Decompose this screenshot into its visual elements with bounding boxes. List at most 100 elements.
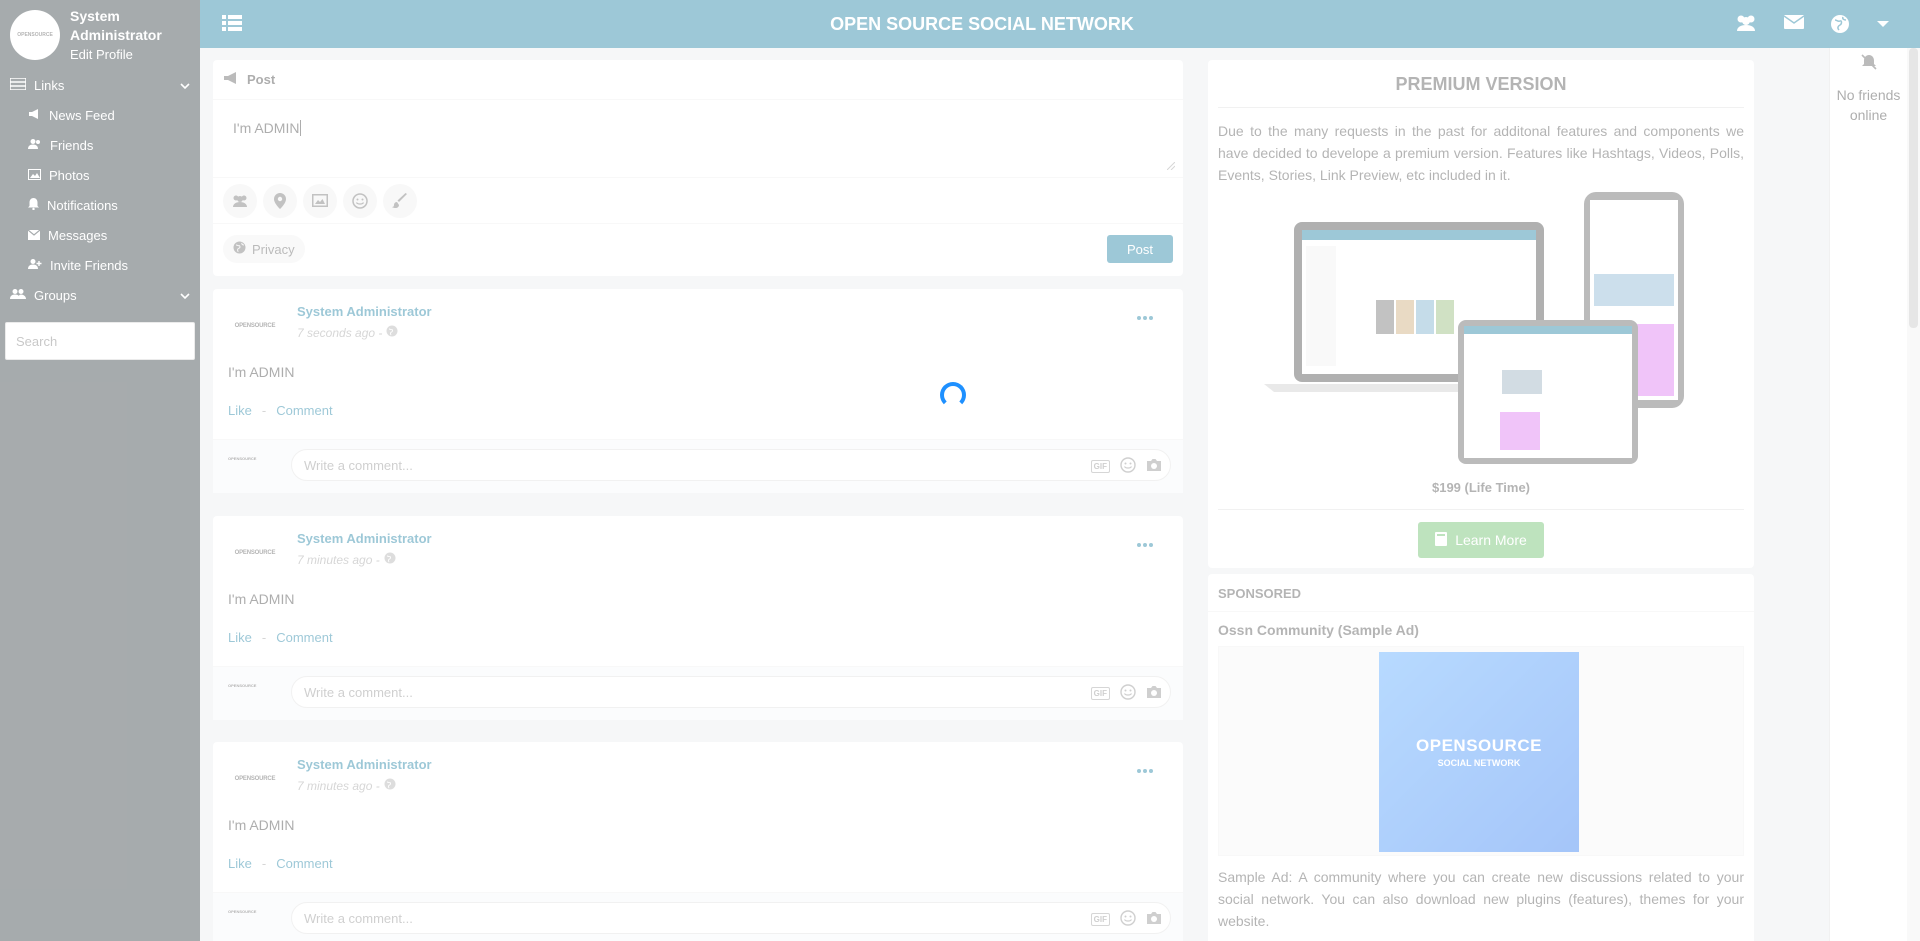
comment-input[interactable]: Write a comment... GIF bbox=[291, 676, 1171, 708]
post-body: I'm ADMIN bbox=[228, 817, 295, 833]
ad-image-frame[interactable]: OPENSOURCE SOCIAL NETWORK bbox=[1218, 646, 1744, 856]
like-link[interactable]: Like bbox=[228, 403, 252, 418]
profile-name-line2[interactable]: Administrator bbox=[70, 26, 162, 45]
book-icon bbox=[1435, 531, 1448, 549]
list-icon bbox=[9, 76, 27, 93]
comment-tools: GIF bbox=[1090, 457, 1162, 476]
sidebar-groups-header[interactable]: Groups bbox=[0, 280, 200, 310]
profile-info: System Administrator Edit Profile bbox=[70, 7, 162, 64]
location-button[interactable] bbox=[263, 183, 297, 218]
post-author-link[interactable]: System Administrator bbox=[297, 304, 432, 319]
gif-icon[interactable]: GIF bbox=[1090, 460, 1110, 473]
image-icon bbox=[312, 194, 328, 207]
post-author-avatar[interactable]: OPENSOURCE bbox=[233, 304, 277, 348]
users-icon bbox=[28, 138, 42, 153]
post-textarea[interactable]: I'm ADMIN bbox=[213, 100, 1183, 178]
post-timestamp: 7 seconds ago - bbox=[297, 325, 432, 340]
post-author-avatar[interactable]: OPENSOURCE bbox=[233, 757, 277, 801]
post-header: OPENSOURCE System Administrator 7 minute… bbox=[233, 757, 432, 801]
sidebar-item-messages[interactable]: Messages bbox=[0, 220, 200, 250]
post-author-link[interactable]: System Administrator bbox=[297, 531, 432, 546]
privacy-button[interactable]: Privacy bbox=[223, 235, 305, 263]
post-button[interactable]: Post bbox=[1107, 235, 1173, 263]
post-author-avatar[interactable]: OPENSOURCE bbox=[233, 531, 277, 575]
sponsored-widget: SPONSORED Ossn Community (Sample Ad) OPE… bbox=[1208, 574, 1754, 941]
messages-icon[interactable] bbox=[1783, 14, 1805, 39]
image-icon bbox=[28, 168, 41, 183]
smile-icon[interactable] bbox=[1120, 684, 1136, 703]
map-marker-icon bbox=[274, 192, 286, 209]
edit-profile-link[interactable]: Edit Profile bbox=[70, 45, 162, 64]
sidebar-links-header[interactable]: Links bbox=[0, 70, 200, 100]
gif-icon[interactable]: GIF bbox=[1090, 913, 1110, 926]
post-timestamp: 7 minutes ago - bbox=[297, 552, 432, 567]
page-scrollbar[interactable] bbox=[1907, 48, 1920, 941]
post-body: I'm ADMIN bbox=[228, 364, 295, 380]
sidebar-item-friends[interactable]: Friends bbox=[0, 130, 200, 160]
more-options-icon[interactable] bbox=[1137, 307, 1153, 325]
post-composer: Post I'm ADMIN Privacy Post bbox=[213, 60, 1183, 276]
post-header: OPENSOURCE System Administrator 7 minute… bbox=[233, 531, 432, 575]
like-link[interactable]: Like bbox=[228, 856, 252, 871]
smile-icon bbox=[352, 192, 368, 209]
comment-input[interactable]: Write a comment... GIF bbox=[291, 902, 1171, 934]
resize-grip-icon[interactable] bbox=[1166, 157, 1176, 173]
comment-input[interactable]: Write a comment... GIF bbox=[291, 449, 1171, 481]
globe-icon bbox=[233, 241, 246, 257]
sidebar-item-invite-friends[interactable]: Invite Friends bbox=[0, 250, 200, 280]
more-options-icon[interactable] bbox=[1137, 760, 1153, 778]
post-author-link[interactable]: System Administrator bbox=[297, 757, 432, 772]
post-timestamp: 7 minutes ago - bbox=[297, 778, 432, 793]
scrollbar-thumb[interactable] bbox=[1909, 48, 1918, 328]
divider bbox=[1218, 509, 1744, 510]
comment-tools: GIF bbox=[1090, 910, 1162, 929]
wall-post: OPENSOURCE System Administrator 7 minute… bbox=[213, 742, 1183, 941]
sidebar-item-label: Invite Friends bbox=[50, 257, 129, 273]
composer-tools bbox=[213, 178, 1183, 224]
gif-icon[interactable]: GIF bbox=[1090, 687, 1110, 700]
camera-icon[interactable] bbox=[1146, 458, 1162, 475]
sidebar-item-news-feed[interactable]: News Feed bbox=[0, 100, 200, 130]
avatar[interactable]: OPENSOURCE bbox=[10, 10, 60, 60]
ad-image[interactable]: OPENSOURCE SOCIAL NETWORK bbox=[1379, 652, 1579, 852]
camera-icon[interactable] bbox=[1146, 911, 1162, 928]
caret-down-icon[interactable] bbox=[1876, 14, 1890, 39]
online-friends-panel: No friends online bbox=[1829, 48, 1907, 941]
users-icon bbox=[233, 195, 247, 207]
camera-icon[interactable] bbox=[1146, 685, 1162, 702]
comment-link[interactable]: Comment bbox=[276, 403, 332, 418]
globe-icon[interactable] bbox=[1830, 14, 1850, 39]
wall-post: OPENSOURCE System Administrator 7 minute… bbox=[213, 516, 1183, 720]
tag-friends-button[interactable] bbox=[223, 183, 257, 218]
ad-logo-subtitle: SOCIAL NETWORK bbox=[1437, 758, 1521, 768]
bell-slash-icon[interactable] bbox=[1830, 54, 1907, 75]
premium-widget: PREMIUM VERSION Due to the many requests… bbox=[1208, 60, 1754, 568]
premium-title: PREMIUM VERSION bbox=[1218, 60, 1744, 108]
site-title[interactable]: OPEN SOURCE SOCIAL NETWORK bbox=[200, 14, 1764, 35]
emoji-button[interactable] bbox=[343, 183, 377, 218]
no-friends-online-text: No friends online bbox=[1836, 87, 1901, 123]
learn-more-button[interactable]: Learn More bbox=[1418, 522, 1544, 558]
smile-icon[interactable] bbox=[1120, 910, 1136, 929]
more-options-icon[interactable] bbox=[1137, 534, 1153, 552]
profile-name-line1[interactable]: System bbox=[70, 7, 162, 26]
premium-description: Due to the many requests in the past for… bbox=[1218, 123, 1744, 183]
friend-requests-icon[interactable] bbox=[1734, 14, 1758, 39]
device-mockups-image bbox=[1264, 192, 1684, 464]
bullhorn-icon bbox=[223, 71, 239, 88]
globe-icon bbox=[384, 552, 396, 567]
smile-icon[interactable] bbox=[1120, 457, 1136, 476]
post-time-text: 7 minutes ago - bbox=[297, 552, 380, 567]
background-button[interactable] bbox=[383, 183, 417, 218]
comment-link[interactable]: Comment bbox=[276, 630, 332, 645]
search-input[interactable] bbox=[5, 322, 195, 360]
photo-button[interactable] bbox=[303, 183, 337, 218]
avatar-logo-text: OPENSOURCE bbox=[17, 32, 53, 38]
sidebar-item-notifications[interactable]: Notifications bbox=[0, 190, 200, 220]
ad-title[interactable]: Ossn Community (Sample Ad) bbox=[1208, 612, 1754, 638]
post-actions: Like - Comment bbox=[228, 630, 333, 645]
comment-link[interactable]: Comment bbox=[276, 856, 332, 871]
like-link[interactable]: Like bbox=[228, 630, 252, 645]
sidebar-item-photos[interactable]: Photos bbox=[0, 160, 200, 190]
post-textarea-value: I'm ADMIN bbox=[233, 120, 300, 136]
